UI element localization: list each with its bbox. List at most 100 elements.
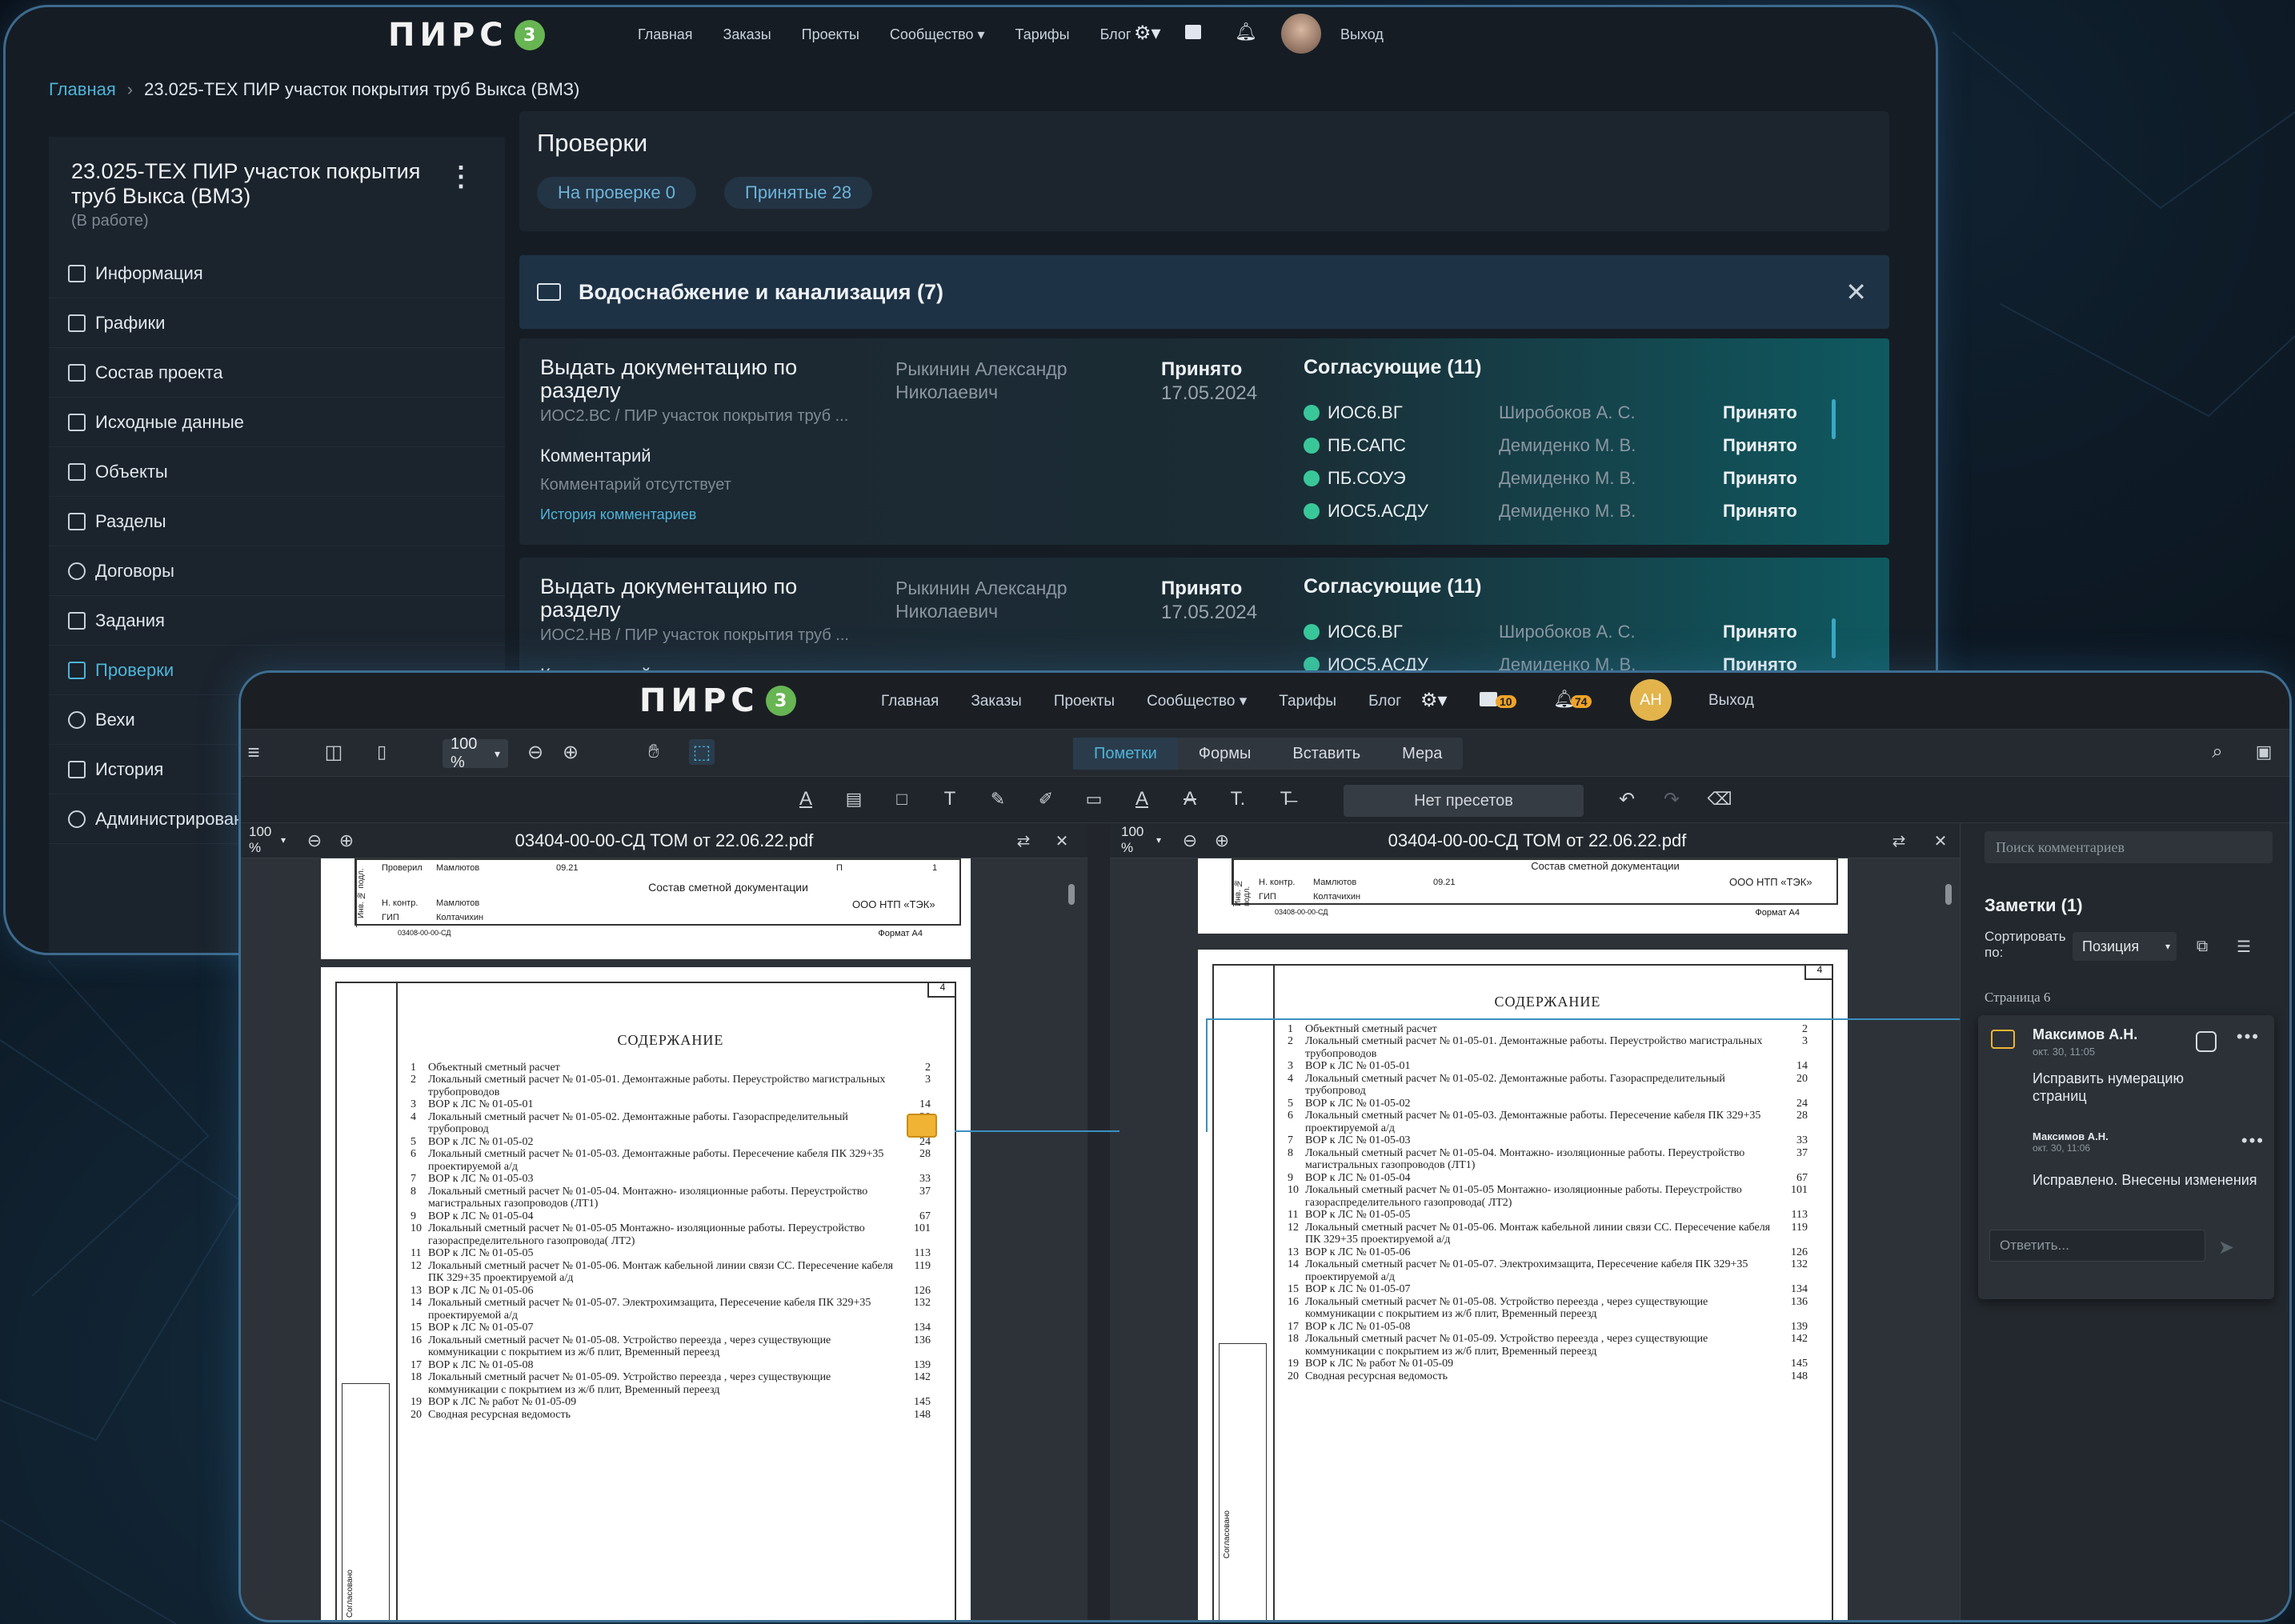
chat-icon[interactable] <box>1185 25 1201 39</box>
sidebar-item-tasks[interactable]: Задания <box>49 596 505 646</box>
more-horizontal-icon[interactable]: ••• <box>2241 1130 2265 1151</box>
toc-number: 7 <box>411 1173 416 1185</box>
select-area-icon[interactable]: ⬚ <box>689 739 715 765</box>
nav-community[interactable]: Сообщество ▾ <box>1147 692 1247 710</box>
filter-icon[interactable]: ☰ <box>2231 934 2257 959</box>
sidebar-item-composition[interactable]: Состав проекта <box>49 348 505 398</box>
subscript-icon[interactable]: T. <box>1225 786 1251 812</box>
close-icon[interactable]: ✕ <box>1049 828 1075 854</box>
reply-input[interactable]: Ответить... <box>1989 1230 2205 1262</box>
left-document-pane: 100 % ▾ ⊖ ⊕ 03404-00-00-СД ТОМ от 22.06.2… <box>241 823 1087 1620</box>
scrollbar[interactable] <box>1945 884 1952 905</box>
approvers-list: ИОС6.ВГ Широбоков А. С. Принято ПБ.САПС Дем… <box>1304 396 1824 527</box>
search-icon[interactable]: ⌕ <box>2205 739 2230 765</box>
nav-tariffs[interactable]: Тарифы <box>1279 693 1336 710</box>
zoom-value: 100 % <box>451 735 478 771</box>
close-icon[interactable]: ✕ <box>1845 277 1867 307</box>
rectangle-icon[interactable]: □ <box>889 786 915 812</box>
tab-accepted[interactable]: Принятые 28 <box>724 177 873 209</box>
tab-insert[interactable]: Вставить <box>1272 745 1381 763</box>
pirs-logo[interactable]: ПИРС 3 <box>639 682 796 719</box>
nav-community[interactable]: Сообщество ▾ <box>890 26 985 43</box>
hamburger-menu-icon[interactable]: ≡ <box>241 739 266 765</box>
nav-orders[interactable]: Заказы <box>971 693 1022 710</box>
tab-under-review[interactable]: На проверке 0 <box>537 177 696 209</box>
tab-measure[interactable]: Мера <box>1381 745 1463 763</box>
nav-blog[interactable]: Блог <box>1100 26 1131 43</box>
check-card[interactable]: Выдать документацию по разделу ИОС2.ВС /… <box>519 338 1889 545</box>
scrollbar[interactable] <box>1832 618 1836 658</box>
user-avatar[interactable] <box>1281 14 1321 54</box>
pen-icon[interactable]: ✎ <box>985 786 1011 812</box>
nav-projects[interactable]: Проекты <box>802 26 859 43</box>
toc-row: 1 Объектный сметный расчет 2 <box>411 1062 931 1074</box>
tab-forms[interactable]: Формы <box>1178 745 1272 763</box>
highlighter-icon[interactable]: ✐ <box>1033 786 1059 812</box>
sidebar-item-info[interactable]: Информация <box>49 249 505 298</box>
sidebar-item-objects[interactable]: Объекты <box>49 447 505 497</box>
gear-icon <box>68 810 86 828</box>
text-tool-icon[interactable]: T <box>937 786 963 812</box>
free-text-icon[interactable]: ▤ <box>841 786 867 812</box>
page-view-icon[interactable]: ▯ <box>369 739 395 765</box>
undo-icon[interactable]: ↶ <box>1614 786 1640 812</box>
more-vertical-icon[interactable]: ⋮ <box>447 161 475 193</box>
sidebar-item-schedules[interactable]: Графики <box>49 298 505 348</box>
toc-number: 15 <box>1288 1283 1299 1295</box>
section-header[interactable]: Водоснабжение и канализация (7) ✕ <box>519 255 1889 329</box>
comments-panel-icon[interactable]: ▣ <box>2251 739 2277 765</box>
comments-search-input[interactable]: Поиск комментариев <box>1985 831 2273 863</box>
user-avatar[interactable]: АН <box>1630 679 1672 721</box>
nav-blog[interactable]: Блог <box>1368 693 1401 710</box>
scrollbar[interactable] <box>1832 399 1836 439</box>
chat-icon[interactable] <box>1480 692 1497 706</box>
redo-icon[interactable]: ↷ <box>1659 786 1684 812</box>
stamp-format: Формат А4 <box>878 929 923 938</box>
comment-history-link[interactable]: История комментариев <box>540 506 696 523</box>
clear-format-icon[interactable]: T̶ <box>1273 786 1299 812</box>
eraser-icon[interactable]: ⌫ <box>1707 786 1732 812</box>
sync-scroll-icon[interactable]: ⇄ <box>1011 828 1036 854</box>
more-horizontal-icon[interactable]: ••• <box>2237 1026 2260 1047</box>
zoom-in-icon[interactable]: ⊕ <box>558 739 583 765</box>
text-highlight-icon[interactable]: A <box>793 786 819 812</box>
tab-annotations[interactable]: Пометки <box>1073 738 1178 770</box>
logout-link[interactable]: Выход <box>1708 692 1754 710</box>
zoom-out-icon[interactable]: ⊖ <box>523 739 548 765</box>
sticky-note-icon[interactable] <box>907 1114 937 1138</box>
sort-select[interactable]: Позиция ▾ <box>2073 932 2177 961</box>
toc-page: 28 <box>1796 1110 1808 1122</box>
copy-icon[interactable]: ⧉ <box>2189 934 2215 959</box>
sidebar-item-sections[interactable]: Разделы <box>49 497 505 546</box>
pan-hand-icon[interactable]: ✋︎ <box>641 739 667 765</box>
bell-icon[interactable]: 🔔︎ <box>1235 22 1257 42</box>
logout-link[interactable]: Выход <box>1340 26 1384 43</box>
nav-home[interactable]: Главная <box>881 693 939 710</box>
nav-projects[interactable]: Проекты <box>1054 693 1115 710</box>
toc-page: 119 <box>914 1259 931 1272</box>
nav-home[interactable]: Главная <box>638 26 693 43</box>
pane-splitter[interactable] <box>1087 823 1110 1620</box>
toc-row: 3 ВОР к ЛС № 01-05-01 14 <box>1288 1060 1808 1073</box>
collapse-icon[interactable] <box>2196 1031 2217 1052</box>
send-icon[interactable]: ➤ <box>2218 1236 2234 1259</box>
gear-icon[interactable]: ⚙▾ <box>1134 22 1161 45</box>
strikeout-icon[interactable]: A <box>1177 786 1203 812</box>
pirs-logo[interactable]: ПИРС 3 <box>388 17 545 54</box>
comment-icon[interactable]: ▭ <box>1081 786 1107 812</box>
note-card[interactable]: Максимов А.Н. окт. 30, 11:05 ••• Исправи… <box>1978 1015 2274 1299</box>
breadcrumb-home[interactable]: Главная <box>49 79 116 100</box>
sync-scroll-icon[interactable]: ⇄ <box>1886 828 1912 854</box>
scrollbar[interactable] <box>1068 884 1075 905</box>
nav-tariffs[interactable]: Тарифы <box>1015 26 1070 43</box>
nav-orders[interactable]: Заказы <box>723 26 771 43</box>
toc-text: ВОР к ЛС № 01-05-07 <box>428 1322 534 1334</box>
underline-icon[interactable]: A <box>1129 786 1155 812</box>
preset-select[interactable]: Нет пресетов <box>1344 785 1584 817</box>
sidebar-toggle-icon[interactable]: ◫ <box>321 739 346 765</box>
sidebar-item-source-data[interactable]: Исходные данные <box>49 398 505 447</box>
zoom-select[interactable]: 100 % ▾ <box>443 735 508 771</box>
sidebar-item-contracts[interactable]: Договоры <box>49 546 505 596</box>
gear-icon[interactable]: ⚙▾ <box>1420 689 1448 712</box>
close-icon[interactable]: ✕ <box>1928 828 1953 854</box>
